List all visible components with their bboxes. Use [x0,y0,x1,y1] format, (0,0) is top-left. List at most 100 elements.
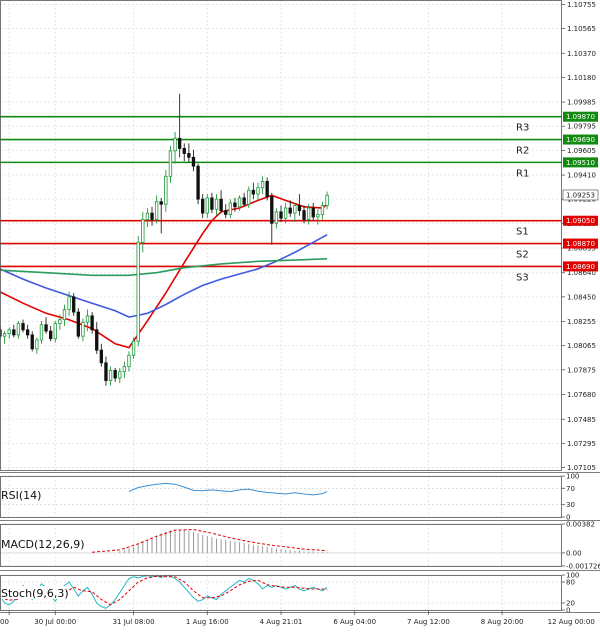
candle-body [145,212,150,220]
candle-body [141,219,145,243]
candle-body [288,207,292,214]
current-price-tag: 1.09253 [562,189,599,201]
pivot-level-name: R1 [516,168,529,179]
pivot-level-price-label: 1.08690 [566,263,595,271]
candle-body [247,189,251,205]
price-axis-tick-label: 1.10755 [567,1,596,9]
candle-body [325,194,329,206]
pivot-level-price-label: 1.08870 [566,240,595,248]
sub-panel-tick-label: 30 [566,501,575,509]
candle-body [279,211,283,219]
candle-body [164,175,168,205]
candle-body [196,165,200,200]
rsi-title: RSI(14) [1,489,41,502]
candle-body [270,196,274,224]
pivot-level-price-label: 1.09690 [566,136,595,144]
candle-body [177,137,182,149]
time-axis-tick-label: 00 [0,618,9,626]
candle-body [127,354,131,368]
price-axis-tick-label: 1.07295 [567,440,596,448]
candle-body [67,296,71,310]
pivot-level-price-label: 1.09510 [566,159,595,167]
sub-panel-tick-label: 70 [566,485,575,493]
candle-body [113,370,117,379]
candle-body [49,330,53,340]
price-axis-tick-label: 1.09985 [567,99,596,107]
price-axis-tick-label: 1.08255 [567,318,596,326]
candle-body [154,201,159,220]
candle-body [16,323,21,336]
pivot-level-name: R3 [516,123,529,134]
candle-body [85,315,90,323]
candle-body [81,321,85,337]
candle-body [316,213,320,218]
candle-body [72,296,76,313]
forex-chart-window: R3 R2 R1 S1 S2 S3 1.10755 1.10565 1.10370 1.1018… [0,0,600,635]
candle-body [2,333,7,337]
candle-body [136,241,140,342]
candle-body [25,329,30,336]
candle-body [228,202,232,215]
candle-body [242,197,246,205]
time-axis-tick-label: 8 Aug 20:00 [481,618,524,626]
candle-body [306,207,311,220]
sub-panel-tick-label: 0.00382 [566,521,595,529]
candle-body [95,329,99,351]
candle-body [12,329,16,336]
candle-body [168,150,173,177]
candle-body [224,210,228,215]
candle-body [233,202,237,208]
candle-body [53,323,57,340]
time-axis-tick-label: 12 Aug 00:00 [548,618,595,626]
candle-body [35,339,39,350]
price-axis-tick-label: 1.07680 [567,391,596,399]
sub-panel-tick-label: 0.00 [566,549,582,557]
candle-body [62,309,67,321]
price-axis-tick-label: 1.09795 [567,123,596,131]
candle-body [237,197,242,208]
sub-panel-tick-label: -0.001726 [566,563,600,571]
candle-body [182,148,186,154]
candle-body [320,205,325,215]
candle-body [104,362,108,381]
candle-body [256,187,260,195]
candle-body [283,207,288,219]
candle-body [118,371,122,379]
pivot-level-price-label: 1.09050 [566,217,595,225]
price-axis-tick-label: 1.07485 [567,416,596,424]
candle-body [191,156,196,167]
price-axis-tick-label: 1.10370 [567,50,596,58]
price-axis-tick-label: 1.09605 [567,147,596,155]
candle-body [99,349,104,364]
pivot-level-name: S1 [516,227,529,238]
time-axis-tick-label: 31 Jul 08:00 [113,618,155,626]
time-axis-tick-label: 30 Jul 00:00 [34,618,76,626]
chart-background [0,0,600,635]
candle-body [108,370,113,381]
candle-body [293,205,297,214]
candle-body [260,181,265,189]
candle-body [76,311,80,337]
candle-body [58,319,62,324]
pivot-level-name: S3 [516,272,529,283]
candle-body [297,205,302,211]
candle-body [210,197,214,210]
price-axis-tick-label: 1.10180 [567,74,596,82]
pivot-level-name: R2 [516,146,529,157]
sub-panel-tick-label: 100 [566,473,579,481]
candle-body [39,324,44,341]
current-price-label: 1.09253 [566,191,595,199]
time-axis-tick-label: 7 Aug 12:00 [407,618,450,626]
price-axis-tick-label: 1.07875 [567,366,596,374]
candle-body [30,334,34,350]
price-axis-tick-label: 1.08065 [567,342,596,350]
candle-body [173,137,177,152]
price-axis-tick-label: 1.08450 [567,293,596,301]
candle-body [311,207,315,218]
candle-body [21,323,25,331]
time-axis-tick-label: 4 Aug 21:01 [260,618,303,626]
price-axis-tick-label: 1.07105 [567,464,596,472]
chart-canvas: R3 R2 R1 S1 S2 S3 1.10755 1.10565 1.10370 1.1018… [0,0,600,635]
candle-body [7,329,11,335]
candle-body [90,315,94,331]
